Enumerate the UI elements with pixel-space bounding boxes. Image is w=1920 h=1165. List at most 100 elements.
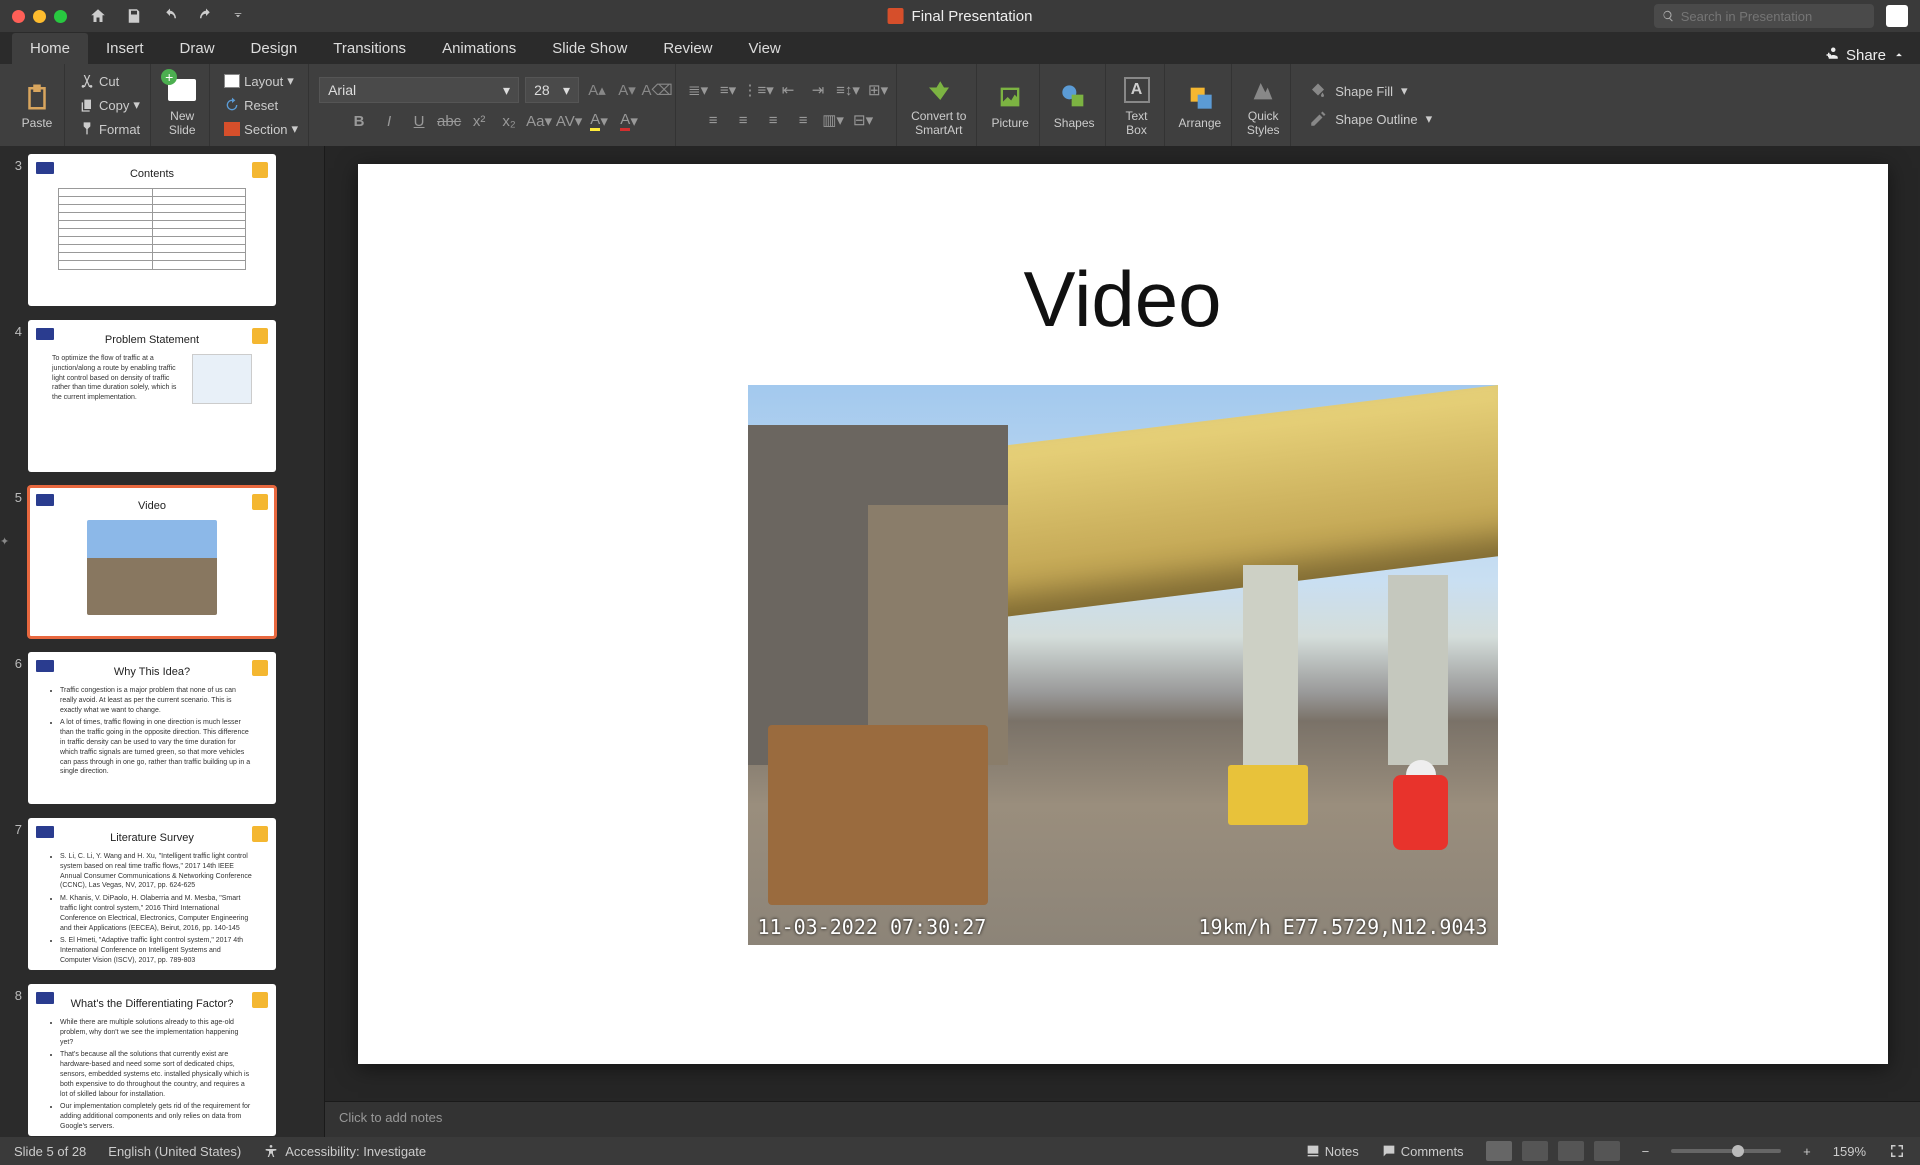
- tab-insert[interactable]: Insert: [88, 33, 162, 64]
- shapes-icon: [1060, 83, 1088, 111]
- numbering-button[interactable]: ≡▾: [716, 78, 740, 102]
- zoom-slider[interactable]: [1671, 1149, 1781, 1153]
- multilevel-list-button[interactable]: ⋮≡▾: [746, 78, 770, 102]
- line-spacing-button[interactable]: ≡↕▾: [836, 78, 860, 102]
- copy-button[interactable]: Copy ▾: [75, 95, 144, 115]
- reading-view-icon[interactable]: [1558, 1141, 1584, 1161]
- close-window-icon[interactable]: [12, 10, 25, 23]
- pen-icon: [1309, 110, 1327, 128]
- tab-slideshow[interactable]: Slide Show: [534, 33, 645, 64]
- qat-customize-icon[interactable]: [233, 7, 243, 25]
- font-size-select[interactable]: 28▾: [525, 77, 579, 103]
- tab-review[interactable]: Review: [645, 33, 730, 64]
- ribbon-tabs: Home Insert Draw Design Transitions Anim…: [0, 32, 1920, 64]
- clear-formatting-icon[interactable]: A⌫: [645, 78, 669, 102]
- minimize-window-icon[interactable]: [33, 10, 46, 23]
- search-box[interactable]: [1654, 4, 1874, 28]
- increase-font-icon[interactable]: A▴: [585, 78, 609, 102]
- align-left-button[interactable]: ≡: [701, 108, 725, 132]
- slide-title[interactable]: Video: [358, 254, 1888, 345]
- char-spacing-button[interactable]: AV▾: [557, 109, 581, 133]
- slide-thumb-6[interactable]: Why This Idea?Traffic congestion is a ma…: [28, 652, 276, 804]
- decrease-font-icon[interactable]: A▾: [615, 78, 639, 102]
- slideshow-view-icon[interactable]: [1594, 1141, 1620, 1161]
- accessibility-button[interactable]: Accessibility: Investigate: [263, 1143, 426, 1159]
- save-icon[interactable]: [125, 7, 143, 25]
- new-slide-button[interactable]: + New Slide: [161, 73, 203, 137]
- tab-home[interactable]: Home: [12, 33, 88, 64]
- notes-toggle[interactable]: Notes: [1305, 1143, 1359, 1159]
- justify-button[interactable]: ≡: [791, 108, 815, 132]
- picture-button[interactable]: Picture: [987, 80, 1032, 130]
- textbox-button[interactable]: AText Box: [1116, 73, 1158, 137]
- language-indicator[interactable]: English (United States): [108, 1144, 241, 1159]
- reset-button[interactable]: Reset: [220, 95, 282, 115]
- quick-styles-button[interactable]: Quick Styles: [1242, 73, 1284, 137]
- increase-indent-button[interactable]: ⇥: [806, 78, 830, 102]
- share-add-icon: [1822, 46, 1840, 64]
- search-input[interactable]: [1681, 9, 1866, 24]
- shapes-button[interactable]: Shapes: [1050, 80, 1099, 130]
- strikethrough-button[interactable]: abc: [437, 109, 461, 133]
- italic-button[interactable]: I: [377, 109, 401, 133]
- cut-button[interactable]: Cut: [75, 71, 123, 91]
- undo-icon[interactable]: [161, 7, 179, 25]
- superscript-button[interactable]: x²: [467, 109, 491, 133]
- normal-view-icon[interactable]: [1486, 1141, 1512, 1161]
- ribbon: Paste Cut Copy ▾ Format + New Slide Layo…: [0, 64, 1920, 146]
- slide-video-frame[interactable]: 11-03-2022 07:30:27 19km/h E77.5729,N12.…: [748, 385, 1498, 945]
- user-avatar[interactable]: [1886, 5, 1908, 27]
- zoom-out-button[interactable]: −: [1642, 1144, 1650, 1159]
- thumb-number: 4: [0, 320, 22, 339]
- slide-thumb-8[interactable]: What's the Differentiating Factor?While …: [28, 984, 276, 1136]
- align-text-button[interactable]: ⊟▾: [851, 108, 875, 132]
- bullets-button[interactable]: ≣▾: [686, 78, 710, 102]
- maximize-window-icon[interactable]: [54, 10, 67, 23]
- arrange-button[interactable]: Arrange: [1175, 80, 1226, 130]
- tab-draw[interactable]: Draw: [162, 33, 233, 64]
- fit-to-window-icon[interactable]: [1888, 1142, 1906, 1160]
- notes-pane[interactable]: Click to add notes: [325, 1101, 1920, 1137]
- zoom-level[interactable]: 159%: [1833, 1144, 1866, 1159]
- underline-button[interactable]: U: [407, 109, 431, 133]
- columns-button[interactable]: ▥▾: [821, 108, 845, 132]
- slide-thumb-4[interactable]: Problem StatementTo optimize the flow of…: [28, 320, 276, 472]
- comments-toggle[interactable]: Comments: [1381, 1143, 1464, 1159]
- font-color-button[interactable]: A▾: [617, 109, 641, 133]
- paste-button[interactable]: Paste: [16, 80, 58, 130]
- tab-transitions[interactable]: Transitions: [315, 33, 424, 64]
- slide-thumb-7[interactable]: Literature SurveyS. Li, C. Li, Y. Wang a…: [28, 818, 276, 970]
- tab-view[interactable]: View: [731, 33, 799, 64]
- tab-design[interactable]: Design: [233, 33, 316, 64]
- highlight-button[interactable]: A▾: [587, 109, 611, 133]
- shape-fill-button[interactable]: Shape Fill ▾: [1309, 82, 1432, 100]
- redo-icon[interactable]: [197, 7, 215, 25]
- format-painter-button[interactable]: Format: [75, 119, 144, 139]
- slide-thumb-3[interactable]: Contents: [28, 154, 276, 306]
- zoom-in-button[interactable]: +: [1803, 1144, 1811, 1159]
- convert-smartart-button[interactable]: Convert to SmartArt: [907, 73, 970, 137]
- layout-button[interactable]: Layout ▾: [220, 71, 298, 91]
- chevron-up-icon[interactable]: [1892, 48, 1906, 62]
- slide-thumb-5[interactable]: Video: [28, 486, 276, 638]
- slide-canvas[interactable]: Video 11-03-2022 07:30:27 19km/h E77.572…: [325, 146, 1920, 1101]
- sorter-view-icon[interactable]: [1522, 1141, 1548, 1161]
- decrease-indent-button[interactable]: ⇤: [776, 78, 800, 102]
- section-button[interactable]: Section ▾: [220, 119, 302, 139]
- subscript-button[interactable]: x₂: [497, 109, 521, 133]
- change-case-button[interactable]: Aa▾: [527, 109, 551, 133]
- accessibility-icon: [263, 1143, 279, 1159]
- text-direction-button[interactable]: ⊞▾: [866, 78, 890, 102]
- section-icon: [224, 122, 240, 136]
- align-right-button[interactable]: ≡: [761, 108, 785, 132]
- slide-content[interactable]: Video 11-03-2022 07:30:27 19km/h E77.572…: [358, 164, 1888, 1064]
- bold-button[interactable]: B: [347, 109, 371, 133]
- font-name-select[interactable]: Arial▾: [319, 77, 519, 103]
- shape-outline-button[interactable]: Shape Outline ▾: [1309, 110, 1432, 128]
- tab-animations[interactable]: Animations: [424, 33, 534, 64]
- thumb-number: 5✦: [0, 486, 22, 505]
- slide-thumbnails[interactable]: 3Contents4Problem StatementTo optimize t…: [0, 146, 325, 1137]
- align-center-button[interactable]: ≡: [731, 108, 755, 132]
- share-button[interactable]: Share: [1822, 46, 1906, 64]
- home-icon[interactable]: [89, 7, 107, 25]
